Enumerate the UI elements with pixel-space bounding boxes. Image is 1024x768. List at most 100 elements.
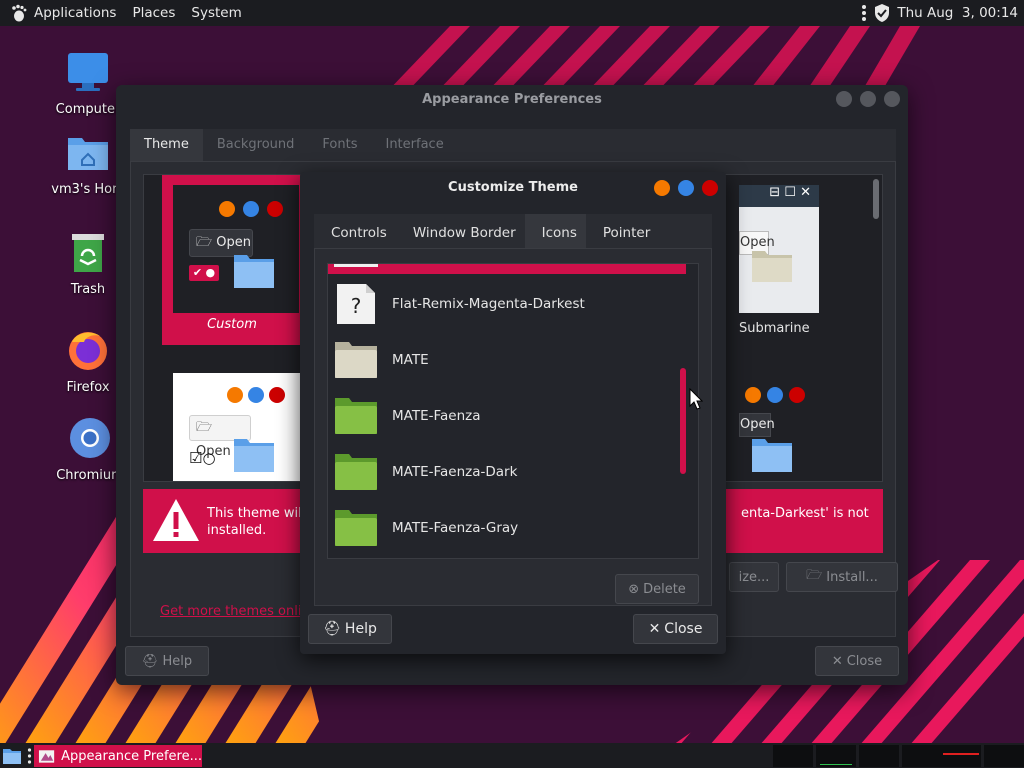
close-dot-icon[interactable] <box>884 91 900 107</box>
red-dot-icon <box>267 201 283 217</box>
theme-item-dark[interactable]: Open <box>739 373 819 481</box>
shield-check-icon[interactable] <box>873 3 891 23</box>
folder-green-icon <box>335 510 377 546</box>
close-button[interactable]: ✕ Close <box>815 646 899 676</box>
close-label: Close <box>846 653 883 669</box>
blue-dot-icon <box>248 387 264 403</box>
taskbar-window-title: Appearance Prefere... <box>61 748 202 764</box>
check-radio-icon: ☑○ <box>189 449 216 467</box>
icon-theme-list: ? Flat-Remix-Magenta-Darkest MATE MATE-F… <box>327 263 699 559</box>
list-item[interactable]: MATE-Faenza-Gray <box>334 500 518 556</box>
tab-fonts[interactable]: Fonts <box>308 129 371 161</box>
tab-window-border[interactable]: Window Border <box>396 214 525 248</box>
delete-label: Delete <box>643 581 686 597</box>
tab-controls[interactable]: Controls <box>314 214 396 248</box>
appearance-app-icon <box>38 750 55 763</box>
theme-item-submarine[interactable]: ⊟ ☐ ✕ Open <box>739 185 819 313</box>
minimize-dot-icon[interactable] <box>654 180 670 196</box>
vertical-dots-icon[interactable] <box>861 4 867 22</box>
install-button[interactable]: 🗁 Install... <box>786 562 898 592</box>
warning-text: This theme will installed. <box>207 506 306 538</box>
network-monitor <box>859 745 899 767</box>
maximize-dot-icon[interactable] <box>678 180 694 196</box>
list-item-label: Flat-Remix-Magenta-Darkest <box>392 296 585 312</box>
load-graph-line <box>943 753 979 755</box>
blue-dot-icon <box>243 201 259 217</box>
folder-grey-icon <box>335 342 377 378</box>
applications-label: Applications <box>34 5 117 21</box>
help-button[interactable]: ⛑ Help <box>125 646 209 676</box>
unknown-icon: ? <box>337 284 375 324</box>
folder-icon <box>752 439 792 472</box>
selected-row-highlight[interactable] <box>328 264 686 274</box>
orange-dot-icon <box>227 387 243 403</box>
tab-background[interactable]: Background <box>203 129 309 161</box>
check-radio-icon: ✔ ● <box>189 265 219 281</box>
customize-label: ize... <box>738 569 770 585</box>
vertical-dots-icon <box>27 748 32 764</box>
red-dot-icon <box>789 387 805 403</box>
theme-label: Custom <box>207 317 257 332</box>
preview-titlebar: ⊟ ☐ ✕ <box>739 185 819 207</box>
folder-icon <box>752 251 792 282</box>
icon-list-scrollbar[interactable] <box>680 272 686 552</box>
list-item-label: MATE-Faenza-Gray <box>392 520 519 536</box>
orange-dot-icon <box>219 201 235 217</box>
more-themes-link[interactable]: Get more themes onlin <box>160 604 310 619</box>
tab-theme[interactable]: Theme <box>130 129 203 161</box>
scrollbar-thumb[interactable] <box>680 368 686 474</box>
list-item[interactable]: ? Flat-Remix-Magenta-Darkest <box>334 276 585 332</box>
help-icon: ⛑ <box>323 621 341 637</box>
help-label: Help <box>162 653 193 669</box>
tab-interface[interactable]: Interface <box>371 129 457 161</box>
close-button[interactable]: ✕ Close <box>633 614 718 644</box>
customize-tabs: Controls Window Border Icons Pointer <box>314 214 712 248</box>
list-item-label: MATE-Faenza-Dark <box>392 464 518 480</box>
list-item[interactable]: MATE-Faenza-Dark <box>334 444 517 500</box>
folder-green-icon <box>335 398 377 434</box>
theme-item-custom[interactable]: 🗁 Open ✔ ● Custom <box>162 175 302 345</box>
theme-grid-scrollbar[interactable] <box>873 179 879 219</box>
tab-icons[interactable]: Icons <box>524 214 586 248</box>
folder-icon <box>234 255 274 288</box>
blue-dot-icon <box>767 387 783 403</box>
customize-button[interactable]: ize... <box>729 562 779 592</box>
disk-monitor <box>984 745 1024 767</box>
firefox-icon <box>69 332 107 370</box>
appearance-tabs: Theme Background Fonts Interface <box>130 129 896 161</box>
theme-item-light[interactable]: 🗁 Open ☑○ <box>173 373 301 481</box>
folder-icon <box>234 439 274 472</box>
list-item-label: MATE <box>392 352 429 368</box>
taskbar-window-button[interactable]: Appearance Prefere... <box>34 745 202 767</box>
bottom-panel: Appearance Prefere... <box>0 743 1024 768</box>
swap-monitor <box>902 745 942 767</box>
memory-monitor <box>816 745 856 767</box>
list-item[interactable]: MATE <box>334 332 429 388</box>
warning-icon <box>153 499 199 541</box>
delete-button[interactable]: ⊗ Delete <box>615 574 699 604</box>
theme-preview: 🗁 Open ✔ ● <box>173 185 299 313</box>
mouse-pointer-icon <box>689 388 703 410</box>
panel-tray: Thu Aug 3, 00:14 <box>861 0 1018 26</box>
top-panel: Applications Places System Thu Aug 3, 00… <box>0 0 1024 26</box>
list-item[interactable]: MATE-Faenza <box>334 388 481 444</box>
system-menu[interactable]: System <box>183 5 249 21</box>
clock[interactable]: Thu Aug 3, 00:14 <box>897 5 1018 21</box>
maximize-dot-icon[interactable] <box>860 91 876 107</box>
close-dot-icon[interactable] <box>702 180 718 196</box>
help-button[interactable]: ⛑ Help <box>308 614 392 644</box>
gnome-foot-icon <box>12 4 27 22</box>
places-menu[interactable]: Places <box>124 5 183 21</box>
show-desktop-icon[interactable] <box>2 746 22 766</box>
preview-open-button: Open <box>739 413 775 437</box>
help-label: Help <box>344 621 377 637</box>
delete-icon: ⊗ <box>628 581 640 597</box>
minimize-dot-icon[interactable] <box>836 91 852 107</box>
computer-icon <box>68 53 108 91</box>
cpu-monitor <box>773 745 813 767</box>
memory-graph-line <box>820 764 852 765</box>
warning-text-continued: enta-Darkest' is not <box>741 506 869 521</box>
selected-row-icon <box>334 264 378 267</box>
applications-menu[interactable]: Applications <box>0 4 124 22</box>
tab-pointer[interactable]: Pointer <box>586 214 659 248</box>
